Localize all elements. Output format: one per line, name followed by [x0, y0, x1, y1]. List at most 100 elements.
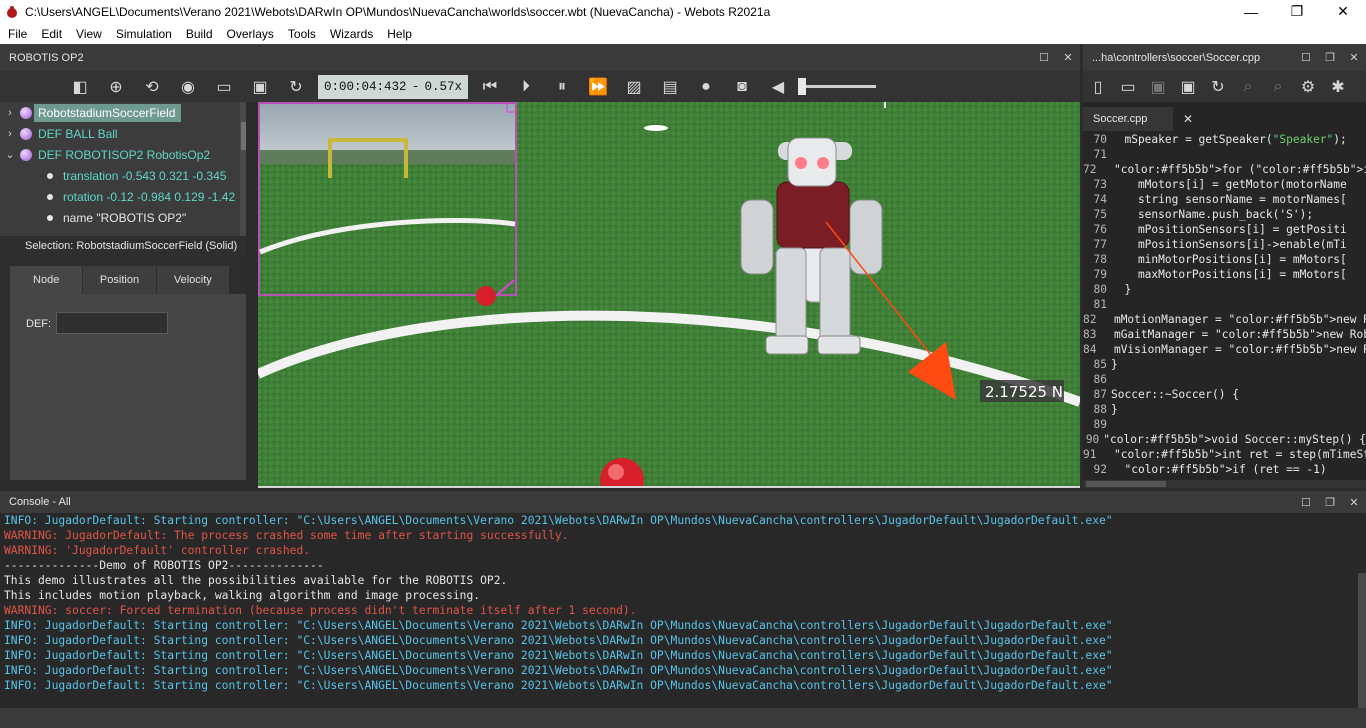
text-editor[interactable]: Soccer.cpp ✕ 70 mSpeaker = getSpeaker("S…: [1083, 102, 1366, 488]
code-line[interactable]: 75 sensorName.push_back('S');: [1083, 208, 1366, 223]
code-line[interactable]: 77 mPositionSensors[i]->enable(mTi: [1083, 238, 1366, 253]
save-world-icon[interactable]: ▣: [242, 71, 278, 102]
3d-scene[interactable]: 2.17525 N: [258, 102, 1080, 488]
replace-icon[interactable]: ⌕: [1263, 71, 1293, 102]
build-gear-icon[interactable]: ⚙: [1293, 71, 1323, 102]
toggle-scene-tree-icon[interactable]: ◧: [62, 71, 98, 102]
menu-wizards[interactable]: Wizards: [323, 23, 380, 44]
mute-speaker-icon[interactable]: ◀: [760, 71, 796, 102]
code-line[interactable]: 72 "color:#ff5b5b">for ("color:#ff5b5b">…: [1083, 163, 1366, 178]
code-line[interactable]: 73 mMotors[i] = getMotor(motorName: [1083, 178, 1366, 193]
volume-slider[interactable]: [796, 71, 880, 102]
def-label: DEF:: [26, 318, 52, 330]
expand-arrow-icon[interactable]: ›: [0, 128, 20, 140]
reset-simulation-icon[interactable]: ⏮: [472, 71, 508, 102]
record-animation-icon[interactable]: ●: [688, 71, 724, 102]
scrollbar-thumb[interactable]: [1086, 481, 1166, 487]
console-output[interactable]: INFO: JugadorDefault: Starting controlle…: [0, 513, 1366, 708]
code-line[interactable]: 83 mGaitManager = "color:#ff5b5b">new Ro…: [1083, 328, 1366, 343]
code-line[interactable]: 78 minMotorPositions[i] = mMotors[: [1083, 253, 1366, 268]
editor-panel-restore-icon[interactable]: ☐: [1294, 44, 1318, 71]
fast-forward-icon[interactable]: ⏩: [580, 71, 616, 102]
record-movie-icon[interactable]: ▤: [652, 71, 688, 102]
reset-view-icon[interactable]: ⟲: [134, 71, 170, 102]
code-line[interactable]: 85}: [1083, 358, 1366, 373]
menu-file[interactable]: File: [0, 23, 34, 44]
code-line[interactable]: 84 mVisionManager = "color:#ff5b5b">new …: [1083, 343, 1366, 358]
editor-panel-float-icon[interactable]: ❐: [1318, 44, 1342, 71]
menu-edit[interactable]: Edit: [34, 23, 69, 44]
code-line[interactable]: 70 mSpeaker = getSpeaker("Speaker");: [1083, 133, 1366, 148]
code-line[interactable]: 74 string sensorName = motorNames[: [1083, 193, 1366, 208]
def-input[interactable]: [56, 312, 168, 334]
screenshot-camera-icon[interactable]: ◙: [724, 71, 760, 102]
editor-horizontal-scrollbar[interactable]: [1083, 480, 1366, 488]
menu-simulation[interactable]: Simulation: [109, 23, 179, 44]
tab-position[interactable]: Position: [83, 266, 157, 294]
tree-item-soccer-field[interactable]: › RobotstadiumSoccerField: [0, 102, 248, 123]
view-eye-icon[interactable]: ◉: [170, 71, 206, 102]
panel-restore-icon[interactable]: ☐: [1032, 44, 1056, 71]
tab-node[interactable]: Node: [10, 266, 84, 294]
panel-splitter[interactable]: [246, 102, 258, 488]
tree-item-robotis-op2[interactable]: ⌄ DEF ROBOTISOP2 RobotisOp2: [0, 144, 248, 165]
open-world-icon[interactable]: ▭: [206, 71, 242, 102]
menu-build[interactable]: Build: [179, 23, 220, 44]
code-area[interactable]: 70 mSpeaker = getSpeaker("Speaker"); 71 72…: [1083, 133, 1366, 478]
rendering-cube-icon[interactable]: ▨: [616, 71, 652, 102]
console-close-icon[interactable]: ✕: [1342, 491, 1366, 513]
save-file-icon[interactable]: ▣: [1143, 71, 1173, 102]
code-line[interactable]: 88}: [1083, 403, 1366, 418]
new-file-icon[interactable]: ▯: [1083, 71, 1113, 102]
code-line[interactable]: 71: [1083, 148, 1366, 163]
tree-item-ball[interactable]: › DEF BALL Ball: [0, 123, 248, 144]
collapse-arrow-icon[interactable]: ⌄: [0, 148, 20, 161]
code-line[interactable]: 80 }: [1083, 283, 1366, 298]
minimize-button[interactable]: —: [1228, 0, 1274, 23]
close-button[interactable]: ✕: [1320, 0, 1366, 23]
console-float-icon[interactable]: ❐: [1318, 491, 1342, 513]
panel-close-icon[interactable]: ✕: [1056, 44, 1080, 71]
3d-viewport[interactable]: 2.17525 N: [258, 102, 1080, 488]
step-icon[interactable]: ⏵: [508, 71, 544, 102]
revert-file-icon[interactable]: ↻: [1203, 71, 1233, 102]
code-line[interactable]: 79 maxMotorPositions[i] = mMotors[: [1083, 268, 1366, 283]
code-text: string sensorName = motorNames[: [1111, 193, 1347, 206]
pause-icon[interactable]: ⏸: [544, 71, 580, 102]
volume-slider-handle[interactable]: [798, 78, 806, 95]
field-translation[interactable]: translation -0.543 0.321 -0.345: [0, 165, 248, 186]
field-rotation[interactable]: rotation -0.12 -0.984 0.129 -1.42: [0, 186, 248, 207]
code-line[interactable]: 82 mMotionManager = "color:#ff5b5b">new …: [1083, 313, 1366, 328]
menu-view[interactable]: View: [69, 23, 109, 44]
open-file-icon[interactable]: ▭: [1113, 71, 1143, 102]
tab-velocity[interactable]: Velocity: [156, 266, 230, 294]
find-icon[interactable]: ⌕: [1233, 71, 1263, 102]
reload-world-icon[interactable]: ↻: [278, 71, 314, 102]
add-node-icon[interactable]: ⊕: [98, 71, 134, 102]
expand-arrow-icon[interactable]: ›: [0, 107, 20, 119]
code-line[interactable]: 81: [1083, 298, 1366, 313]
code-line[interactable]: 86: [1083, 373, 1366, 388]
code-line[interactable]: 90 "color:#ff5b5b">void Soccer::myStep() …: [1083, 433, 1366, 448]
menu-overlays[interactable]: Overlays: [220, 23, 281, 44]
code-line[interactable]: 92 "color:#ff5b5b">if (ret == -1): [1083, 463, 1366, 478]
console-scrollbar[interactable]: [1358, 573, 1366, 708]
code-line[interactable]: 91 "color:#ff5b5b">int ret = step(mTimeS…: [1083, 448, 1366, 463]
code-line[interactable]: 89: [1083, 418, 1366, 433]
editor-tab-soccer-cpp[interactable]: Soccer.cpp ✕: [1083, 107, 1193, 131]
console-restore-icon[interactable]: ☐: [1294, 491, 1318, 513]
camera-overlay[interactable]: [258, 102, 517, 306]
clean-icon[interactable]: ✱: [1323, 71, 1353, 102]
field-bullet-icon: [47, 214, 53, 221]
simulation-toolbar: ◧ ⊕ ⟲ ◉ ▭ ▣ ↻ 0:00:04:432 - 0.57x ⏮ ⏵ ⏸ …: [0, 71, 1080, 102]
save-as-icon[interactable]: ▣: [1173, 71, 1203, 102]
maximize-button[interactable]: ❐: [1274, 0, 1320, 23]
menu-tools[interactable]: Tools: [281, 23, 323, 44]
code-line[interactable]: 87 Soccer::~Soccer() {: [1083, 388, 1366, 403]
code-text: maxMotorPositions[i] = mMotors[: [1111, 268, 1347, 281]
code-line[interactable]: 76 mPositionSensors[i] = getPositi: [1083, 223, 1366, 238]
menu-help[interactable]: Help: [380, 23, 419, 44]
editor-panel-close-icon[interactable]: ✕: [1342, 44, 1366, 71]
field-name[interactable]: name "ROBOTIS OP2": [0, 207, 248, 228]
editor-tab-close-icon[interactable]: ✕: [1183, 112, 1193, 126]
